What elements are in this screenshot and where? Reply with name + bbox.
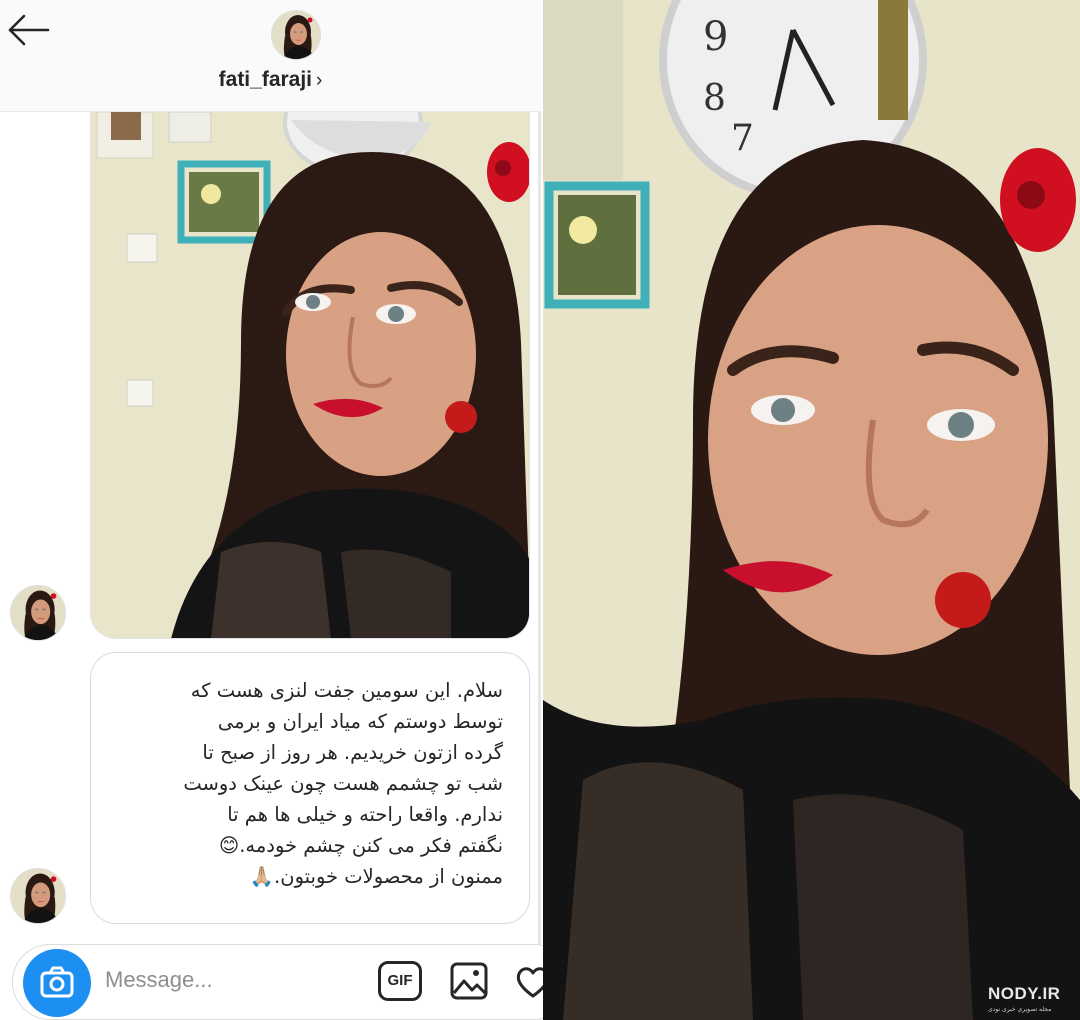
message-composer: Message... GIF xyxy=(12,944,572,1020)
back-arrow-icon[interactable] xyxy=(6,10,50,50)
watermark-brand: NODY.IR xyxy=(988,984,1061,1003)
chat-screen: fati_faraji › سلام. این سومین جفت لنزی ه… xyxy=(0,0,572,1020)
username-label: fati_faraji xyxy=(218,68,313,91)
svg-text:8: 8 xyxy=(703,78,726,119)
camera-icon xyxy=(40,966,74,998)
svg-text:9: 9 xyxy=(703,14,728,60)
chat-header: fati_faraji › xyxy=(0,0,541,112)
header-avatar[interactable] xyxy=(271,10,321,60)
watermark-tagline: مجله تصویری خبری نودی xyxy=(988,1006,1052,1013)
photo-message[interactable] xyxy=(90,112,530,639)
enlarged-photo: 9 8 7 NODY.IR مجله تصویری خبری نودی xyxy=(543,0,1080,1020)
sender-avatar-1[interactable] xyxy=(10,585,66,641)
text-message-bubble[interactable]: سلام. این سومین جفت لنزی هست که توسط دوس… xyxy=(90,652,530,924)
chevron-right-icon: › xyxy=(316,70,323,91)
screen: fati_faraji › سلام. این سومین جفت لنزی ه… xyxy=(0,0,1080,1020)
header-username[interactable]: fati_faraji › xyxy=(0,68,541,92)
photo-message-image xyxy=(91,112,529,638)
message-text: سلام. این سومین جفت لنزی هست که توسط دوس… xyxy=(183,679,503,888)
gif-icon[interactable]: GIF xyxy=(378,961,422,1001)
gallery-icon[interactable] xyxy=(449,959,489,1003)
svg-text:7: 7 xyxy=(731,118,754,159)
sender-avatar-2[interactable] xyxy=(10,868,66,924)
message-input[interactable]: Message... xyxy=(105,967,213,993)
enlarged-photo-image: 9 8 7 xyxy=(543,0,1080,1020)
camera-button[interactable] xyxy=(23,949,91,1017)
